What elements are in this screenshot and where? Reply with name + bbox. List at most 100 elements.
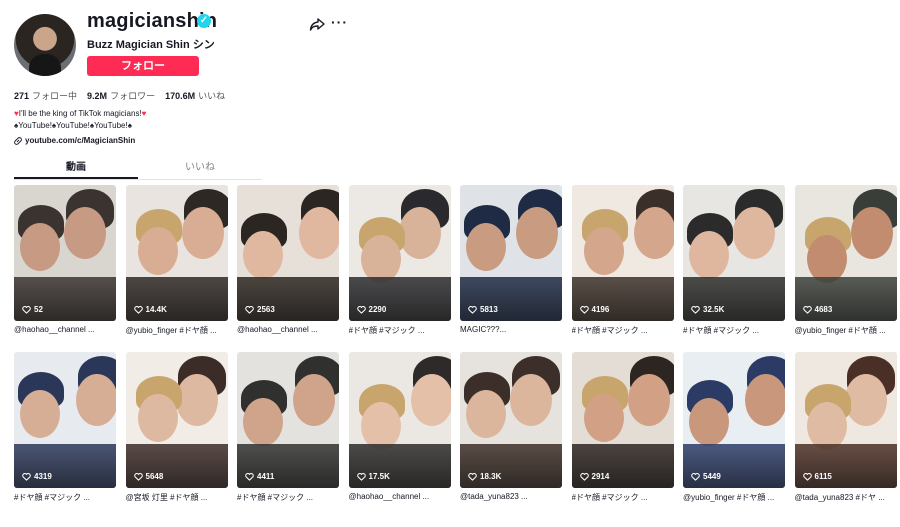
view-count-text: 4683 bbox=[814, 305, 833, 314]
video-caption[interactable]: @yubio_finger #ドヤ顔 ... bbox=[683, 492, 785, 503]
video-card[interactable]: 4196 #ドヤ顔 #マジック ... bbox=[571, 185, 674, 336]
view-count-text: 5449 bbox=[703, 472, 721, 481]
video-card[interactable]: 32.5K #ドヤ顔 #マジック ... bbox=[683, 185, 785, 336]
heart-outline-icon bbox=[245, 305, 254, 314]
video-caption[interactable]: MAGIC???... bbox=[460, 325, 562, 334]
heart-outline-icon bbox=[22, 472, 31, 481]
view-count-text: 18.3K bbox=[480, 472, 502, 481]
stat-likes: 170.6M いいね bbox=[165, 91, 226, 101]
stat-followers[interactable]: 9.2M フォロワー bbox=[87, 89, 155, 102]
tab-videos[interactable]: 動画 bbox=[14, 158, 138, 179]
profile-bio: ♥I'll be the king of TikTok magicians!♥ … bbox=[14, 108, 146, 132]
video-thumbnail[interactable]: 4683 bbox=[794, 185, 897, 321]
view-count-text: 14.4K bbox=[145, 305, 167, 314]
video-thumbnail[interactable]: 5813 bbox=[460, 185, 562, 321]
video-thumbnail[interactable]: 17.5K bbox=[348, 352, 451, 488]
view-count: 2563 bbox=[245, 305, 275, 314]
view-count: 4196 bbox=[579, 305, 609, 314]
video-caption[interactable]: #ドヤ顔 #マジック ... bbox=[14, 492, 116, 503]
video-card[interactable]: 52 @haohao__channel ... bbox=[14, 185, 116, 334]
view-count-text: 4319 bbox=[34, 472, 52, 481]
view-count: 52 bbox=[22, 305, 43, 314]
view-count: 14.4K bbox=[133, 305, 167, 314]
view-count: 5813 bbox=[468, 305, 498, 314]
video-caption[interactable]: #ドヤ顔 #マジック ... bbox=[572, 492, 674, 503]
video-caption[interactable]: #ドヤ顔 #マジック ... bbox=[572, 325, 674, 336]
video-card[interactable]: 2914 #ドヤ顔 #マジック ... bbox=[571, 352, 674, 503]
video-thumbnail[interactable]: 2914 bbox=[571, 352, 674, 488]
video-caption[interactable]: @tada_yuna823 #ドヤ ... bbox=[795, 492, 897, 503]
view-count: 18.3K bbox=[468, 472, 501, 481]
tab-liked[interactable]: いいね bbox=[138, 158, 262, 179]
heart-outline-icon bbox=[356, 305, 366, 314]
video-caption[interactable]: #ドヤ顔 #マジック ... bbox=[683, 325, 785, 336]
video-caption[interactable]: @haohao__channel ... bbox=[237, 325, 339, 334]
view-count: 2290 bbox=[356, 305, 387, 314]
video-caption[interactable]: @宮坂 灯里 #ドヤ顔 ... bbox=[126, 492, 228, 503]
video-card[interactable]: 14.4K @yubio_finger #ドヤ顔 ... bbox=[125, 185, 228, 336]
video-card[interactable]: 2563 @haohao__channel ... bbox=[237, 185, 339, 334]
video-card[interactable]: 6115 @tada_yuna823 #ドヤ ... bbox=[794, 352, 897, 503]
video-card[interactable]: 4411 #ドヤ顔 #マジック ... bbox=[237, 352, 339, 503]
video-card[interactable]: 5648 @宮坂 灯里 #ドヤ顔 ... bbox=[125, 352, 228, 503]
video-card[interactable]: 18.3K @tada_yuna823 ... bbox=[460, 352, 562, 501]
video-caption[interactable]: @haohao__channel ... bbox=[14, 325, 116, 334]
video-card[interactable]: 5449 @yubio_finger #ドヤ顔 ... bbox=[683, 352, 785, 503]
video-card[interactable]: 2290 #ドヤ顔 #マジック ... bbox=[348, 185, 451, 336]
profile-link[interactable]: youtube.com/c/MagicianShin bbox=[14, 136, 135, 145]
view-count-text: 6115 bbox=[814, 472, 832, 481]
video-caption[interactable]: #ドヤ顔 #マジック ... bbox=[237, 492, 339, 503]
video-card[interactable]: 5813 MAGIC???... bbox=[460, 185, 562, 334]
view-count-text: 5813 bbox=[480, 305, 498, 314]
video-thumbnail[interactable]: 14.4K bbox=[125, 185, 228, 321]
view-count-text: 5648 bbox=[145, 472, 164, 481]
video-caption[interactable]: @yubio_finger #ドヤ顔 ... bbox=[126, 325, 228, 336]
heart-outline-icon bbox=[133, 472, 143, 481]
view-count-text: 52 bbox=[34, 305, 43, 314]
video-thumbnail[interactable]: 2290 bbox=[348, 185, 451, 321]
heart-icon: ♥ bbox=[141, 109, 147, 118]
video-card[interactable]: 4683 @yubio_finger #ドヤ顔 ... bbox=[794, 185, 897, 336]
heart-outline-icon bbox=[22, 305, 31, 314]
link-icon bbox=[14, 136, 22, 145]
video-thumbnail[interactable]: 4319 bbox=[14, 352, 116, 488]
video-thumbnail[interactable]: 52 bbox=[14, 185, 116, 321]
view-count-text: 2914 bbox=[591, 472, 610, 481]
video-caption[interactable]: #ドヤ顔 #マジック ... bbox=[349, 325, 451, 336]
video-thumbnail[interactable]: 18.3K bbox=[460, 352, 562, 488]
more-options-icon[interactable]: ··· bbox=[331, 14, 348, 30]
video-caption[interactable]: @haohao__channel ... bbox=[349, 492, 451, 501]
heart-outline-icon bbox=[802, 305, 812, 314]
view-count-text: 2290 bbox=[368, 305, 387, 314]
video-thumbnail[interactable]: 5648 bbox=[125, 352, 228, 488]
heart-outline-icon bbox=[468, 472, 477, 481]
profile-avatar bbox=[14, 14, 76, 76]
bio-line-1: I'll be the king of TikTok magicians! bbox=[18, 109, 142, 118]
video-thumbnail[interactable]: 2563 bbox=[237, 185, 339, 321]
video-caption[interactable]: @yubio_finger #ドヤ顔 ... bbox=[795, 325, 897, 336]
profile-nickname: Buzz Magician Shin シン bbox=[87, 39, 215, 51]
share-icon[interactable] bbox=[309, 16, 325, 32]
video-card[interactable]: 17.5K @haohao__channel ... bbox=[348, 352, 451, 501]
video-caption[interactable]: @tada_yuna823 ... bbox=[460, 492, 562, 501]
video-thumbnail[interactable]: 4411 bbox=[237, 352, 339, 488]
view-count: 2914 bbox=[579, 472, 610, 481]
heart-outline-icon bbox=[579, 305, 589, 314]
video-card[interactable]: 4319 #ドヤ顔 #マジック ... bbox=[14, 352, 116, 503]
view-count: 6115 bbox=[802, 472, 832, 481]
heart-outline-icon bbox=[691, 305, 700, 314]
video-thumbnail[interactable]: 5449 bbox=[683, 352, 785, 488]
view-count-text: 4411 bbox=[257, 472, 275, 481]
profile-stats: 271 フォロー中 9.2M フォロワー 170.6M いいね bbox=[14, 89, 225, 102]
profile-link-text[interactable]: youtube.com/c/MagicianShin bbox=[25, 136, 135, 145]
bio-line-2: ♠YouTube!♠YouTube!♠YouTube!♠ bbox=[14, 121, 132, 130]
video-thumbnail[interactable]: 6115 bbox=[794, 352, 897, 488]
video-thumbnail[interactable]: 32.5K bbox=[683, 185, 785, 321]
verified-badge-icon: ✓ bbox=[197, 14, 211, 28]
follow-button[interactable]: フォロー bbox=[87, 56, 199, 76]
heart-outline-icon bbox=[691, 472, 700, 481]
view-count: 4411 bbox=[245, 472, 274, 481]
heart-outline-icon bbox=[579, 472, 589, 481]
video-thumbnail[interactable]: 4196 bbox=[571, 185, 674, 321]
stat-following[interactable]: 271 フォロー中 bbox=[14, 89, 77, 102]
